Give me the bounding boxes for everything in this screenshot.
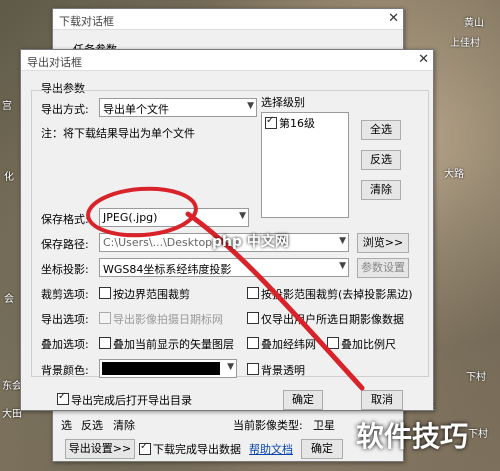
crop-boundary-label: 按边界范围裁剪: [113, 288, 190, 301]
map-label: 宫: [2, 101, 12, 112]
site-watermark: 软件技巧: [356, 420, 469, 453]
open-dir-label: 导出完成后打开导出目录: [71, 394, 192, 407]
overlay-label: 叠加选项:: [41, 338, 89, 351]
crop-boundary-checkbox[interactable]: [99, 287, 111, 299]
close-icon[interactable]: ✕: [388, 11, 399, 26]
map-label: 会: [4, 294, 14, 305]
bg-transparent-label: 背景透明: [261, 364, 305, 377]
export-mode-label: 导出方式:: [41, 103, 89, 116]
projection-select[interactable]: WGS84坐标系经纬度投影 ▼: [99, 258, 349, 277]
map-label: 大田: [2, 409, 22, 420]
bg-color-label: 背景颜色:: [41, 364, 89, 377]
overlay-vector-label: 叠加当前显示的矢量图层: [113, 338, 234, 351]
invert-button[interactable]: 反选: [361, 150, 401, 170]
map-label: 下村: [466, 372, 486, 383]
chevron-down-icon: ▼: [239, 211, 246, 221]
download-dialog-titlebar: 下载对话框 ✕: [53, 9, 403, 30]
ok-button[interactable]: 确定: [283, 390, 323, 410]
cancel-button[interactable]: 取消: [361, 390, 403, 410]
browse-button[interactable]: 浏览>>: [357, 233, 409, 253]
clear-button[interactable]: 清除: [361, 180, 401, 200]
chevron-down-icon: ▼: [339, 261, 346, 271]
crop-projection-label: 按投影范围裁剪(去掉投影黑边): [261, 288, 413, 301]
map-label: 下村: [468, 429, 488, 440]
export-mode-select[interactable]: 导出单个文件 ▼: [99, 98, 257, 117]
level-16-checkbox[interactable]: [265, 115, 277, 129]
chevron-down-icon: ▼: [247, 101, 254, 111]
bg-transparent-checkbox[interactable]: [247, 363, 259, 375]
save-format-label: 保存格式:: [41, 213, 89, 226]
map-label: 上佳村: [450, 38, 480, 49]
projection-label: 坐标投影:: [41, 263, 89, 276]
save-format-select[interactable]: JPEG(.jpg) ▼: [99, 208, 249, 227]
overlay-vector-checkbox[interactable]: [99, 337, 111, 349]
map-label: 黄山: [464, 18, 484, 29]
level-16-label: 第16级: [279, 117, 315, 130]
help-link[interactable]: 帮助文档: [249, 441, 293, 457]
download-complete-export-checkbox[interactable]: [139, 441, 151, 455]
map-label: 化: [4, 172, 14, 183]
export-dialog-titlebar: 导出对话框 ✕: [21, 50, 433, 71]
php-watermark: php 中文网: [212, 234, 289, 250]
chevron-down-icon: ▼: [227, 362, 234, 372]
export-selected-dates-checkbox[interactable]: [247, 312, 259, 324]
export-capture-date-checkbox[interactable]: [99, 312, 111, 324]
close-icon[interactable]: ✕: [418, 52, 429, 67]
map-label: 大路: [444, 169, 464, 180]
export-note: 注：将下载结果导出为单个文件: [41, 127, 195, 140]
crop-label: 裁剪选项:: [41, 288, 89, 301]
export-dialog-title: 导出对话框: [27, 56, 82, 69]
export-capture-date-label: 导出影像拍摄日期标网: [113, 313, 223, 326]
crop-projection-checkbox[interactable]: [247, 287, 259, 299]
param-settings-button[interactable]: 参数设置: [357, 258, 409, 278]
partial-select[interactable]: 选: [61, 417, 72, 433]
back-ok-button[interactable]: 确定: [301, 439, 343, 459]
export-selected-dates-label: 仅导出用户所选日期影像数据: [261, 313, 404, 326]
save-path-label: 保存路径:: [41, 238, 89, 251]
overlay-scale-label: 叠加比例尺: [341, 338, 396, 351]
overlay-grid-checkbox[interactable]: [247, 337, 259, 349]
bg-color-swatch: [102, 362, 220, 375]
partial-invert[interactable]: 反选: [81, 417, 103, 433]
overlay-grid-label: 叠加经纬网: [261, 338, 316, 351]
open-dir-checkbox[interactable]: [57, 391, 69, 405]
select-level-label: 选择级别: [261, 96, 305, 109]
export-settings-button[interactable]: 导出设置>>: [65, 439, 135, 459]
select-all-button[interactable]: 全选: [361, 120, 401, 140]
imagery-type-label: 当前影像类型:: [233, 419, 303, 432]
level-list[interactable]: 第16级: [261, 112, 349, 218]
overlay-scale-checkbox[interactable]: [327, 337, 339, 349]
chevron-down-icon: ▼: [339, 236, 346, 246]
partial-clear[interactable]: 清除: [113, 417, 135, 433]
bg-color-select[interactable]: ▼: [99, 359, 237, 378]
satellite-option[interactable]: 卫星: [313, 417, 335, 433]
export-dialog: 导出对话框 ✕ 导出参数 导出方式: 导出单个文件 ▼ 注：将下载结果导出为单个…: [20, 49, 434, 411]
download-complete-export-label: 下载完成导出数据: [153, 443, 241, 456]
map-label: 东会: [2, 381, 22, 392]
download-dialog-title: 下载对话框: [59, 15, 114, 28]
export-options-label: 导出选项:: [41, 313, 89, 326]
